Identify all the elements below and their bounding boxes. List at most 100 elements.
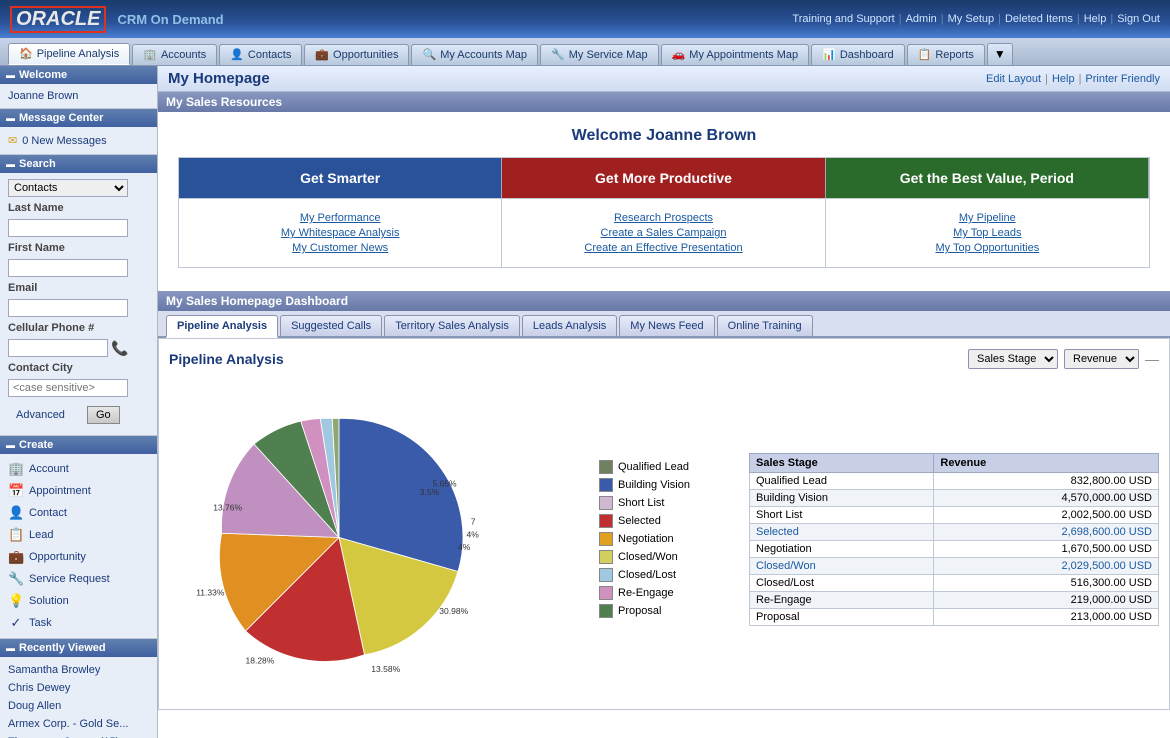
my-top-opportunities-link[interactable]: My Top Opportunities xyxy=(836,242,1139,254)
printer-friendly-link[interactable]: Printer Friendly xyxy=(1085,73,1160,85)
tab-opportunities[interactable]: 💼 Opportunities xyxy=(304,44,409,65)
sidebar-welcome-header[interactable]: ▬ Welcome xyxy=(0,66,157,84)
create-lead[interactable]: 📋Lead xyxy=(0,524,157,546)
service-map-icon: 🔧 xyxy=(551,48,565,61)
create-presentation-link[interactable]: Create an Effective Presentation xyxy=(512,242,814,254)
edit-layout-link[interactable]: Edit Layout xyxy=(986,73,1041,85)
sidebar-recent-content: Samantha Browley Chris Dewey Doug Allen … xyxy=(0,657,157,738)
table-row: Closed/Won 2,029,500.00 USD xyxy=(750,557,1159,574)
revenue-dropdown[interactable]: Revenue xyxy=(1064,349,1139,369)
dash-tab-pipeline[interactable]: Pipeline Analysis xyxy=(166,315,278,338)
dashboard-section-header: My Sales Homepage Dashboard xyxy=(158,291,1170,311)
sidebar-message-header[interactable]: ▬ Message Center xyxy=(0,109,157,127)
my-performance-link[interactable]: My Performance xyxy=(189,212,491,224)
create-appointment[interactable]: 📅Appointment xyxy=(0,480,157,502)
table-row: Building Vision 4,570,000.00 USD xyxy=(750,489,1159,506)
col-revenue: Revenue xyxy=(934,453,1159,472)
sidebar-search-header[interactable]: ▬ Search xyxy=(0,155,157,173)
recent-item[interactable]: Armex Corp. - Gold Se... xyxy=(0,715,157,733)
search-type-dropdown[interactable]: Contacts Accounts Leads Opportunities xyxy=(8,179,128,197)
my-top-leads-link[interactable]: My Top Leads xyxy=(836,227,1139,239)
create-task[interactable]: ✓Task xyxy=(0,612,157,634)
first-name-input[interactable] xyxy=(8,259,128,277)
city-input[interactable] xyxy=(8,379,128,397)
last-name-input[interactable] xyxy=(8,219,128,237)
recent-item[interactable]: Thompson Corp. - (15)... xyxy=(0,733,157,738)
oracle-wordmark: ORACLE xyxy=(10,6,106,33)
page-title: My Homepage xyxy=(168,70,270,87)
city-label: Contact City xyxy=(0,359,157,377)
subheader-links: Edit Layout | Help | Printer Friendly xyxy=(986,73,1160,85)
tab-dashboard[interactable]: 📊 Dashboard xyxy=(811,44,905,65)
tab-contacts[interactable]: 👤 Contacts xyxy=(219,44,302,65)
go-button[interactable]: Go xyxy=(87,406,120,424)
main-content: My Homepage Edit Layout | Help | Printer… xyxy=(158,66,1170,738)
tab-my-appointments-map[interactable]: 🚗 My Appointments Map xyxy=(661,44,810,65)
help-link[interactable]: Help xyxy=(1084,13,1107,25)
my-setup-link[interactable]: My Setup xyxy=(948,13,994,25)
sidebar-search-content: Contacts Accounts Leads Opportunities La… xyxy=(0,173,157,435)
header-nav-links: Training and Support | Admin | My Setup … xyxy=(792,13,1160,25)
opportunity-icon: 💼 xyxy=(8,549,24,565)
pipeline-header: Pipeline Analysis Sales Stage Revenue — xyxy=(169,349,1159,369)
research-prospects-link[interactable]: Research Prospects xyxy=(512,212,814,224)
training-support-link[interactable]: Training and Support xyxy=(792,13,894,25)
appointment-icon: 📅 xyxy=(8,483,24,499)
dash-tab-news[interactable]: My News Feed xyxy=(619,315,714,336)
sidebar-message-section: ▬ Message Center ✉ 0 New Messages xyxy=(0,109,157,155)
minimize-button[interactable]: — xyxy=(1145,351,1159,367)
create-contact[interactable]: 👤Contact xyxy=(0,502,157,524)
sidebar-recent-section: ▬ Recently Viewed Samantha Browley Chris… xyxy=(0,639,157,738)
message-count-item[interactable]: ✉ 0 New Messages xyxy=(0,131,157,150)
email-label: Email xyxy=(0,279,157,297)
dashboard-tabs: Pipeline Analysis Suggested Calls Territ… xyxy=(158,311,1170,338)
main-layout: ▬ Welcome Joanne Brown ▬ Message Center … xyxy=(0,66,1170,738)
promo-content-0: My Performance My Whitespace Analysis My… xyxy=(179,198,502,267)
tab-reports[interactable]: 📋 Reports xyxy=(907,44,985,65)
advanced-link[interactable]: Advanced xyxy=(8,406,73,424)
email-input[interactable] xyxy=(8,299,128,317)
sign-out-link[interactable]: Sign Out xyxy=(1117,13,1160,25)
tab-my-accounts-map[interactable]: 🔍 My Accounts Map xyxy=(411,44,538,65)
create-service-request[interactable]: 🔧Service Request xyxy=(0,568,157,590)
my-customer-news-link[interactable]: My Customer News xyxy=(189,242,491,254)
tab-my-service-map[interactable]: 🔧 My Service Map xyxy=(540,44,659,65)
dash-tab-training[interactable]: Online Training xyxy=(717,315,813,336)
sidebar: ▬ Welcome Joanne Brown ▬ Message Center … xyxy=(0,66,158,738)
pie-label-pct4: 4% xyxy=(458,542,471,552)
collapse-msg-icon: ▬ xyxy=(6,113,15,123)
recent-item[interactable]: Chris Dewey xyxy=(0,679,157,697)
page-help-link[interactable]: Help xyxy=(1052,73,1075,85)
dash-tab-territory[interactable]: Territory Sales Analysis xyxy=(384,315,520,336)
tab-accounts[interactable]: 🏢 Accounts xyxy=(132,44,217,65)
admin-link[interactable]: Admin xyxy=(906,13,937,25)
nav-more-button[interactable]: ▼ xyxy=(987,43,1013,65)
sidebar-create-header[interactable]: ▬ Create xyxy=(0,436,157,454)
legend-selected: Selected xyxy=(599,514,739,528)
promo-header-1: Get More Productive xyxy=(502,158,825,198)
recent-item[interactable]: Doug Allen xyxy=(0,697,157,715)
lead-icon: 📋 xyxy=(8,527,24,543)
collapse-icon: ▬ xyxy=(6,70,15,80)
create-opportunity[interactable]: 💼Opportunity xyxy=(0,546,157,568)
create-campaign-link[interactable]: Create a Sales Campaign xyxy=(512,227,814,239)
promo-content-1: Research Prospects Create a Sales Campai… xyxy=(502,198,825,267)
my-whitespace-link[interactable]: My Whitespace Analysis xyxy=(189,227,491,239)
cellular-input[interactable] xyxy=(8,339,108,357)
sidebar-recent-header[interactable]: ▬ Recently Viewed xyxy=(0,639,157,657)
deleted-items-link[interactable]: Deleted Items xyxy=(1005,13,1073,25)
sidebar-create-section: ▬ Create 🏢Account 📅Appointment 👤Contact … xyxy=(0,436,157,639)
sales-stage-dropdown[interactable]: Sales Stage xyxy=(968,349,1058,369)
dash-tab-suggested[interactable]: Suggested Calls xyxy=(280,315,382,336)
tab-home[interactable]: 🏠 Pipeline Analysis xyxy=(8,43,130,65)
recent-item[interactable]: Samantha Browley xyxy=(0,661,157,679)
cellular-label: Cellular Phone # xyxy=(0,319,157,337)
dashboard-icon: 📊 xyxy=(822,48,836,61)
my-pipeline-link[interactable]: My Pipeline xyxy=(836,212,1139,224)
opportunities-icon: 💼 xyxy=(315,48,329,61)
create-solution[interactable]: 💡Solution xyxy=(0,590,157,612)
table-row: Negotiation 1,670,500.00 USD xyxy=(750,540,1159,557)
dashboard-section: My Sales Homepage Dashboard Pipeline Ana… xyxy=(158,291,1170,710)
dash-tab-leads[interactable]: Leads Analysis xyxy=(522,315,617,336)
create-account[interactable]: 🏢Account xyxy=(0,458,157,480)
